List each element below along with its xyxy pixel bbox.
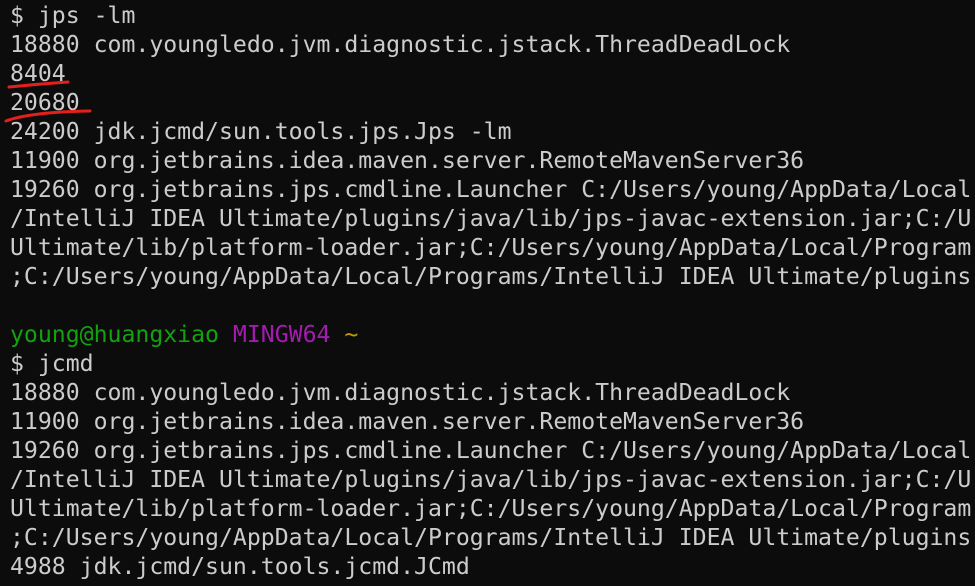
output-line: 19260 org.jetbrains.jps.cmdline.Launcher… [10,438,972,464]
output-line: 18880 com.youngledo.jvm.diagnostic.jstac… [10,380,791,406]
output-line: Ultimate/lib/platform-loader.jar;C:/User… [10,496,972,522]
output-line: /IntelliJ IDEA Ultimate/plugins/java/lib… [10,206,972,232]
output-line: 20680 [10,90,80,116]
prompt-line: young@huangxiao MINGW64 ~ [10,321,975,350]
output-line: 19260 org.jetbrains.jps.cmdline.Launcher… [10,177,972,203]
output-line: 11900 org.jetbrains.idea.maven.server.Re… [10,409,805,435]
prompt-cwd: ~ [344,322,359,348]
command-line: $ jps -lm [10,3,136,29]
prompt-system: MINGW64 [232,322,331,348]
prompt-user-host: young@huangxiao [10,322,219,348]
output-line: ;C:/Users/young/AppData/Local/Programs/I… [10,264,972,290]
output-line: Ultimate/lib/platform-loader.jar;C:/User… [10,235,972,261]
command-line: $ jcmd [10,351,94,377]
terminal-window[interactable]: $ jps -lm 18880 com.youngledo.jvm.diagno… [0,0,975,586]
output-line: 4988 jdk.jcmd/sun.tools.jcmd.JCmd [10,554,470,580]
output-line: 24200 jdk.jcmd/sun.tools.jps.Jps -lm [10,119,512,145]
output-line: 18880 com.youngledo.jvm.diagnostic.jstac… [10,32,791,58]
output-line: 8404 [10,61,66,87]
output-line: 11900 org.jetbrains.idea.maven.server.Re… [10,148,805,174]
output-line: /IntelliJ IDEA Ultimate/plugins/java/lib… [10,467,972,493]
output-line: ;C:/Users/young/AppData/Local/Programs/I… [10,525,972,551]
